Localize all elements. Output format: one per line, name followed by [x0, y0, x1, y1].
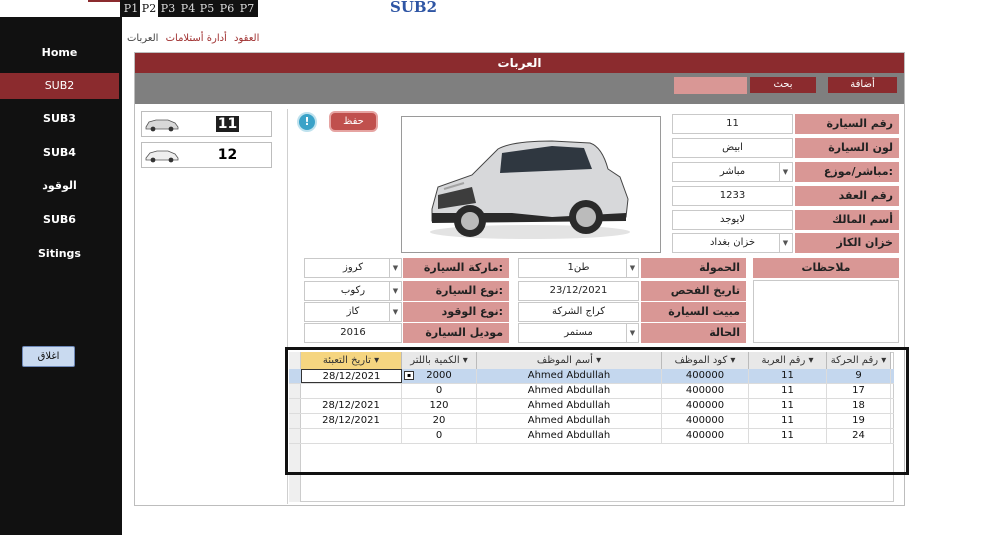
vehicle-list [140, 109, 288, 504]
car-type-label: نوع السيارة: [403, 281, 509, 301]
search-input[interactable] [674, 77, 747, 94]
car-color-field[interactable]: ابيض [672, 138, 793, 158]
breadcrumb-item[interactable]: أدارة أستلامات [166, 33, 227, 44]
status-select[interactable]: مستمر ▼ [518, 323, 639, 343]
chevron-down-icon[interactable]: ▼ [389, 303, 401, 321]
tab-p1[interactable]: P1 [122, 0, 140, 17]
close-button[interactable]: اغلاق [22, 346, 75, 367]
breadcrumb: العقود أدارة أستلامات العربات [127, 33, 259, 44]
chevron-down-icon[interactable]: ▼ [626, 259, 638, 277]
brand-value: كروز [343, 262, 363, 273]
save-button[interactable]: حفظ [329, 111, 378, 132]
chevron-down-icon[interactable]: ▼ [626, 324, 638, 342]
vehicle-number: 12 [217, 147, 238, 163]
car-thumbnail-icon [145, 119, 179, 132]
chevron-down-icon[interactable]: ▼ [779, 163, 791, 181]
notes-label: ملاحظات [753, 258, 899, 278]
load-label: الحمولة [641, 258, 746, 278]
gas-tank-select[interactable]: خزان بغداد ▼ [672, 233, 793, 253]
load-select[interactable]: 1طن ▼ [518, 258, 639, 278]
model-field[interactable]: 2016 [304, 323, 402, 343]
fuel-type-select[interactable]: كاز ▼ [304, 302, 402, 322]
fuel-type-label: نوع الوقود: [403, 302, 509, 322]
tab-p4[interactable]: P4 [179, 0, 197, 17]
sidebar-item-settings[interactable]: Sitings [0, 241, 119, 267]
direct-label: مباشر/موزع: [795, 162, 899, 182]
tab-p7[interactable]: P7 [238, 0, 256, 17]
chevron-down-icon[interactable]: ▼ [389, 259, 401, 277]
breadcrumb-item[interactable]: العقود [234, 33, 259, 44]
vehicle-photo [401, 116, 661, 253]
direct-select[interactable]: مباشر ▼ [672, 162, 793, 182]
owner-field[interactable]: لايوجد [672, 210, 793, 230]
direct-value: مباشر [719, 166, 746, 177]
gas-tank-value: خزان بغداد [709, 237, 756, 248]
parking-label: مبيت السيارة [641, 302, 746, 322]
car-thumbnail-icon [145, 150, 179, 163]
sidebar-item-sub6[interactable]: SUB6 [0, 207, 119, 233]
highlight-frame [285, 347, 909, 475]
model-label: موديل السيارة [403, 323, 509, 343]
car-type-value: ركوب [340, 285, 366, 296]
vehicle-item[interactable]: 12 [141, 142, 272, 168]
add-button[interactable]: أضافة [828, 77, 897, 93]
contract-no-field[interactable]: 1233 [672, 186, 793, 206]
brand-label: ماركة السيارة: [403, 258, 509, 278]
tab-p3[interactable]: P3 [159, 0, 177, 17]
vehicle-number: 11 [215, 116, 240, 132]
page-title: العربات [135, 53, 904, 73]
sidebar-item-sub2[interactable]: SUB2 [0, 73, 119, 99]
info-icon[interactable]: ! [297, 112, 317, 132]
tab-p6[interactable]: P6 [218, 0, 236, 17]
car-number-field[interactable]: 11 [672, 114, 793, 134]
inspection-date-field[interactable]: 23/12/2021 [518, 281, 639, 301]
car-color-label: لون السيارة [795, 138, 899, 158]
vehicle-item[interactable]: 11 [141, 111, 272, 137]
sidebar-item-fuel[interactable]: الوقود [0, 173, 119, 199]
parking-field[interactable]: كراج الشركة [518, 302, 639, 322]
tab-p2[interactable]: P2 [140, 0, 158, 17]
car-number-label: رقم السيارة [795, 114, 899, 134]
fuel-type-value: كاز [346, 306, 360, 317]
inspection-date-label: تاريخ الفحص المروري [641, 281, 746, 317]
chevron-down-icon[interactable]: ▼ [779, 234, 791, 252]
tab-p5[interactable]: P5 [198, 0, 216, 17]
brand-select[interactable]: كروز ▼ [304, 258, 402, 278]
car-type-select[interactable]: ركوب ▼ [304, 281, 402, 301]
car-image-icon [430, 140, 630, 239]
breadcrumb-item[interactable]: العربات [127, 33, 158, 44]
contract-no-label: رقم العقد [795, 186, 899, 206]
chevron-down-icon[interactable]: ▼ [389, 282, 401, 300]
accent-line [88, 0, 120, 2]
status-label: الحالة [641, 323, 746, 343]
sidebar-item-sub3[interactable]: SUB3 [0, 106, 119, 132]
app-title: SUB2 [390, 0, 438, 16]
sidebar-item-home[interactable]: Home [0, 40, 119, 66]
load-value: 1طن [567, 262, 590, 273]
notes-textarea[interactable] [753, 280, 899, 343]
gas-tank-label: خزان الكاز [795, 233, 899, 253]
search-button[interactable]: بحث [750, 77, 816, 93]
owner-label: أسم المالك [795, 210, 899, 230]
status-value: مستمر [564, 327, 593, 338]
sidebar-item-sub4[interactable]: SUB4 [0, 140, 119, 166]
